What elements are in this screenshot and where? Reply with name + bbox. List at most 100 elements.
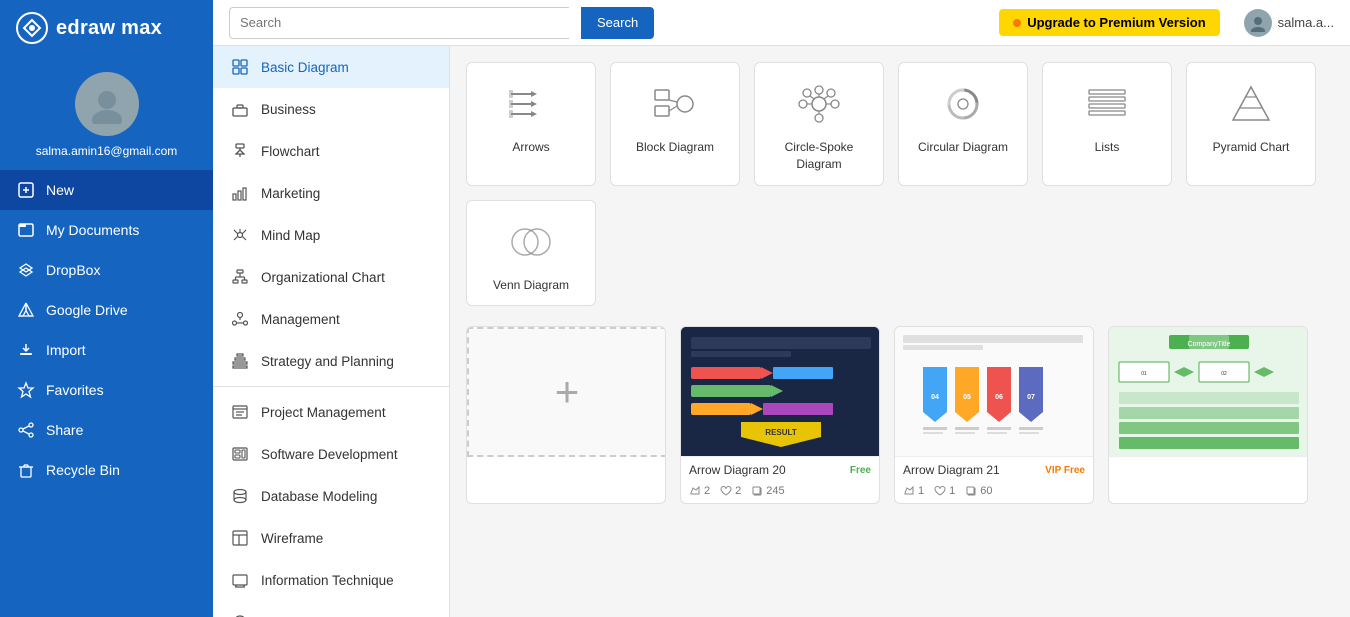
main-area: Search Upgrade to Premium Version salma.… (213, 0, 1350, 617)
dropbox-icon (16, 260, 36, 280)
upgrade-button[interactable]: Upgrade to Premium Version (999, 9, 1219, 36)
sidebar-item-new[interactable]: New (0, 170, 213, 210)
flowchart-icon (229, 140, 251, 162)
sidebar-item-favorites[interactable]: Favorites (0, 370, 213, 410)
strategy-icon (229, 350, 251, 372)
template-card-new[interactable]: + (466, 326, 666, 504)
cat-wireframe[interactable]: Wireframe (213, 517, 449, 559)
block-diagram-icon (647, 79, 703, 129)
share-icon (16, 420, 36, 440)
db-modeling-icon (229, 485, 251, 507)
diagram-types-grid: Arrows Block D (466, 62, 1334, 306)
svg-text:CompanyTitle: CompanyTitle (1188, 341, 1231, 348)
google-drive-icon (16, 300, 36, 320)
cat-info-tech[interactable]: Information Technique (213, 559, 449, 601)
recycle-bin-icon (16, 460, 36, 480)
search-input[interactable] (229, 7, 569, 39)
arrow20-title: Arrow Diagram 20 (689, 463, 786, 477)
cat-info-tech-label: Information Technique (261, 573, 394, 588)
arrow20-copies: 245 (751, 485, 784, 497)
sidebar-item-dropbox[interactable]: DropBox (0, 250, 213, 290)
logo-area: edraw max (0, 0, 213, 56)
sidebar-item-gdrive-label: Google Drive (46, 302, 128, 318)
import-icon (16, 340, 36, 360)
template-card-arrow20[interactable]: RESULT Arrow Diagram 20 Free 2 (680, 326, 880, 504)
sidebar-item-share[interactable]: Share (0, 410, 213, 450)
favorites-icon (16, 380, 36, 400)
user-email: salma.amin16@gmail.com (36, 144, 178, 158)
arrow20-likes: 2 (689, 485, 710, 497)
arrow20-hearts: 2 (720, 485, 741, 497)
left-sidebar: edraw max salma.amin16@gmail.com New (0, 0, 213, 617)
pyramid-chart-label: Pyramid Chart (1213, 139, 1290, 156)
cat-mind-map[interactable]: Mind Map (213, 214, 449, 256)
cat-business-label: Business (261, 102, 316, 117)
diagram-card-arrows[interactable]: Arrows (466, 62, 596, 186)
wireframe-icon (229, 527, 251, 549)
venn-diagram-label: Venn Diagram (493, 277, 569, 294)
cat-org-chart[interactable]: Organizational Chart (213, 256, 449, 298)
cat-basic-diagram-label: Basic Diagram (261, 60, 349, 75)
cat-db-modeling[interactable]: Database Modeling (213, 475, 449, 517)
template-grid: + (466, 326, 1334, 504)
circle-spoke-icon (791, 79, 847, 129)
sidebar-item-import[interactable]: Import (0, 330, 213, 370)
category-divider (213, 386, 449, 387)
diagram-card-venn[interactable]: Venn Diagram (466, 200, 596, 307)
new-card-thumb: + (467, 327, 666, 457)
cat-marketing-label: Marketing (261, 186, 320, 201)
svg-text:04: 04 (931, 394, 939, 401)
app-name: edraw max (56, 17, 162, 40)
arrow21-likes: 1 (903, 485, 924, 497)
search-button[interactable]: Search (581, 7, 654, 39)
topbar: Search Upgrade to Premium Version salma.… (213, 0, 1350, 46)
sidebar-item-docs-label: My Documents (46, 222, 139, 238)
arrow20-badge: Free (850, 465, 871, 476)
diagram-card-circle-spoke[interactable]: Circle-Spoke Diagram (754, 62, 884, 186)
marketing-icon (229, 182, 251, 204)
cat-software-dev-label: Software Development (261, 447, 398, 462)
my-documents-icon (16, 220, 36, 240)
diagram-card-circular[interactable]: Circular Diagram (898, 62, 1028, 186)
cat-management[interactable]: Management (213, 298, 449, 340)
sidebar-item-my-documents[interactable]: My Documents (0, 210, 213, 250)
cat-software-dev[interactable]: Software Development (213, 433, 449, 475)
lists-icon (1079, 79, 1135, 129)
new-icon (16, 180, 36, 200)
sidebar-item-new-label: New (46, 182, 74, 198)
diagram-types-section: Arrows Block D (466, 62, 1334, 306)
diagram-card-block[interactable]: Block Diagram (610, 62, 740, 186)
svg-text:01: 01 (1141, 371, 1147, 377)
sidebar-item-recycle-label: Recycle Bin (46, 462, 120, 478)
template-card-arrow21[interactable]: 04 05 06 07 (894, 326, 1094, 504)
arrow20-thumb: RESULT (681, 327, 880, 457)
cat-strategy[interactable]: Strategy and Planning (213, 340, 449, 382)
management-icon (229, 308, 251, 330)
cat-basic-diagram[interactable]: Basic Diagram (213, 46, 449, 88)
diagram-card-lists[interactable]: Lists (1042, 62, 1172, 186)
arrows-icon (503, 79, 559, 129)
user-profile[interactable]: salma.a... (1244, 9, 1334, 37)
cat-electrical[interactable]: Electrical Engineering (213, 601, 449, 617)
arrow21-info: Arrow Diagram 21 VIP Free (895, 457, 1093, 483)
cat-marketing[interactable]: Marketing (213, 172, 449, 214)
sidebar-item-google-drive[interactable]: Google Drive (0, 290, 213, 330)
cat-flowchart[interactable]: Flowchart (213, 130, 449, 172)
arrow22-thumb: CompanyTitle 01 02 (1109, 327, 1308, 457)
arrows-label: Arrows (512, 139, 549, 156)
cat-management-label: Management (261, 312, 340, 327)
cat-project-mgmt[interactable]: Project Management (213, 391, 449, 433)
pyramid-chart-icon (1223, 79, 1279, 129)
diagram-card-pyramid[interactable]: Pyramid Chart (1186, 62, 1316, 186)
sidebar-item-recycle-bin[interactable]: Recycle Bin (0, 450, 213, 490)
svg-text:RESULT: RESULT (765, 428, 797, 437)
business-icon (229, 98, 251, 120)
arrow21-title: Arrow Diagram 21 (903, 463, 1000, 477)
sidebar-item-dropbox-label: DropBox (46, 262, 100, 278)
template-card-arrow22[interactable]: CompanyTitle 01 02 (1108, 326, 1308, 504)
cat-business[interactable]: Business (213, 88, 449, 130)
sidebar-item-share-label: Share (46, 422, 83, 438)
profile-avatar (1244, 9, 1272, 37)
content-area: Basic Diagram Business (213, 46, 1350, 617)
info-tech-icon (229, 569, 251, 591)
